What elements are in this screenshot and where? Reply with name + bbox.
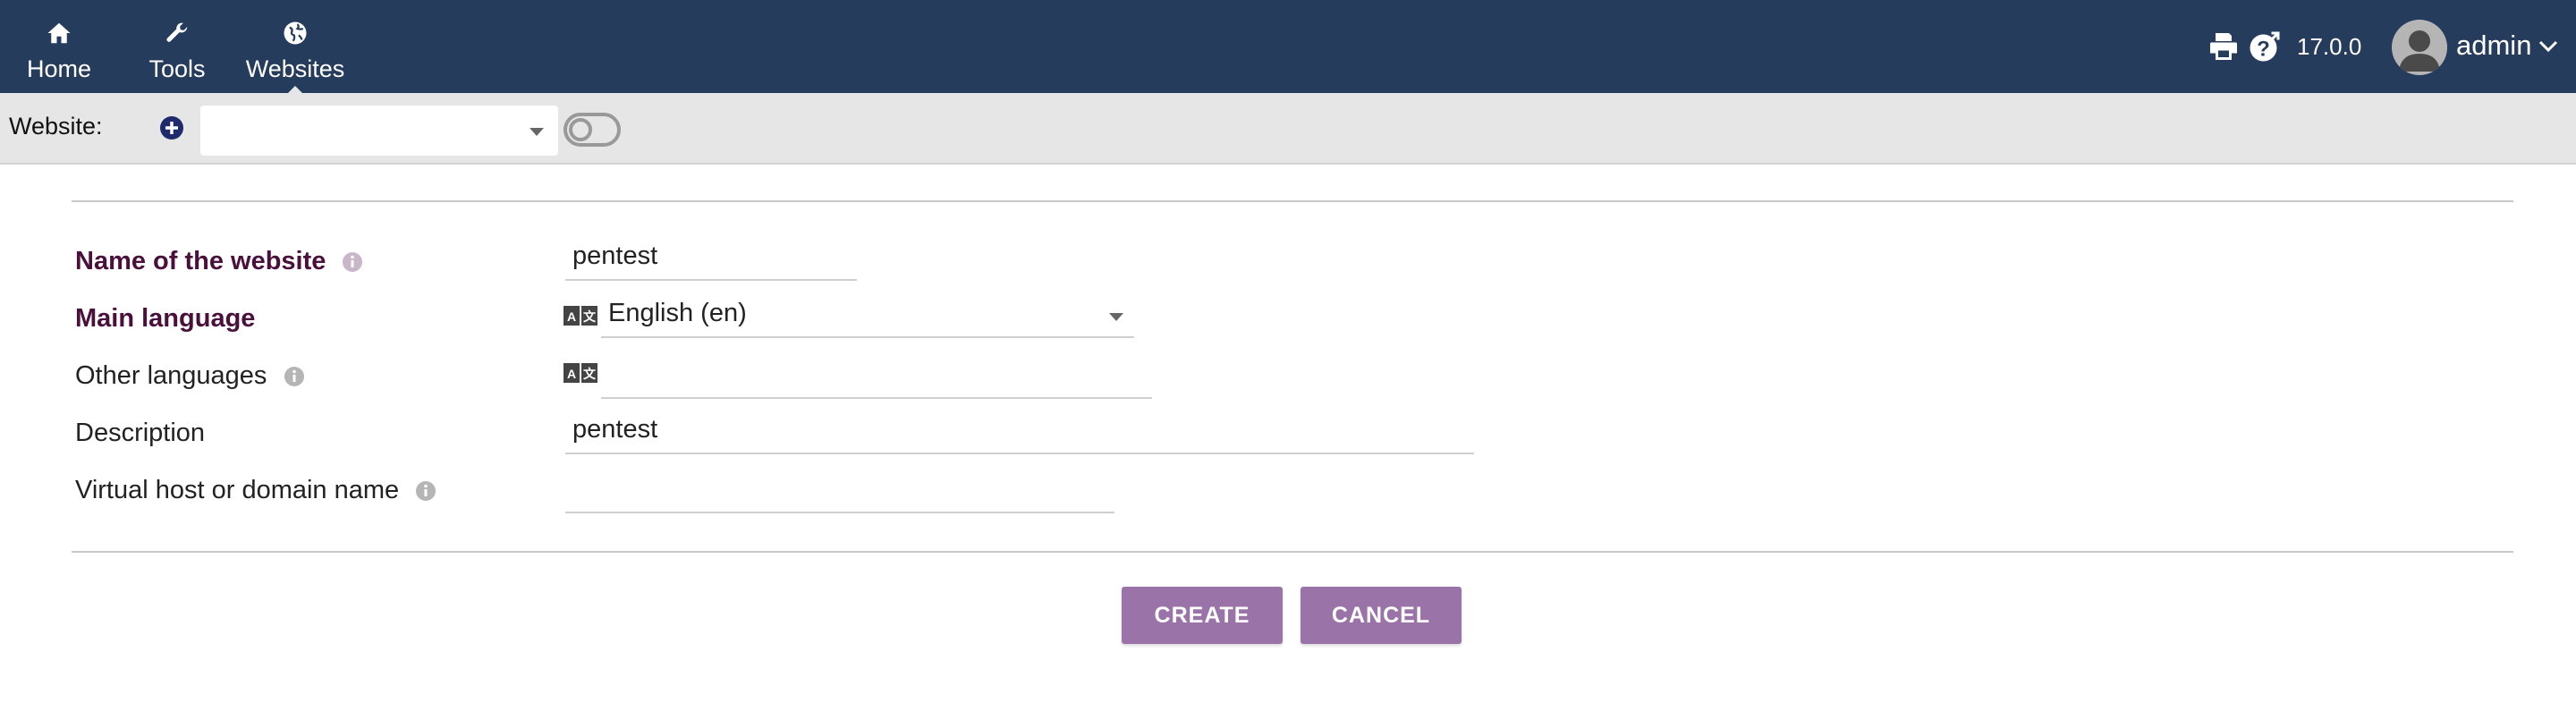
virtual-host-label: Virtual host or domain name — [75, 476, 400, 504]
main-language-select[interactable]: English (en) — [601, 299, 1134, 338]
user-silhouette-icon — [2392, 20, 2447, 75]
chevron-down-icon[interactable] — [2538, 39, 2558, 54]
svg-text:A: A — [567, 367, 576, 381]
toggle-switch[interactable] — [564, 112, 621, 148]
virtual-host-input[interactable] — [565, 474, 1114, 513]
info-icon[interactable] — [284, 366, 305, 387]
svg-text:文: 文 — [583, 309, 597, 324]
nav-websites-label: Websites — [245, 55, 345, 82]
svg-text:A: A — [567, 309, 576, 324]
divider-top — [72, 200, 2513, 202]
top-navigation-bar: Home Tools Websites ? 17.0.0 admin — [0, 0, 2576, 94]
nav-home[interactable]: Home — [27, 0, 91, 93]
create-button[interactable]: CREATE — [1122, 587, 1283, 644]
name-input-value: pentest — [572, 241, 658, 270]
main-language-label: Main language — [75, 304, 256, 333]
svg-text:?: ? — [2257, 38, 2270, 62]
description-label: Description — [75, 419, 206, 447]
add-website-icon[interactable] — [159, 115, 184, 140]
cancel-button[interactable]: CANCEL — [1301, 587, 1462, 644]
main-language-value: English (en) — [608, 299, 747, 327]
home-icon — [47, 22, 71, 44]
version-label: 17.0.0 — [2297, 33, 2362, 60]
language-icon: A文 — [564, 363, 597, 383]
other-languages-label-row: Other languages — [75, 361, 305, 391]
print-icon[interactable] — [2207, 30, 2240, 63]
nav-websites[interactable]: Websites — [242, 0, 349, 94]
nav-home-label: Home — [26, 55, 92, 82]
name-label: Name of the website — [75, 247, 326, 275]
description-input[interactable]: pentest — [565, 415, 1474, 454]
name-label-row: Name of the website — [75, 247, 363, 276]
description-value: pentest — [572, 415, 658, 444]
website-toolbar: Website: — [0, 93, 2576, 165]
nav-tools[interactable]: Tools — [145, 0, 209, 93]
language-icon: A文 — [564, 306, 597, 326]
divider-bottom — [72, 551, 2513, 553]
wrench-icon — [166, 22, 188, 42]
other-languages-label: Other languages — [75, 361, 267, 390]
user-name[interactable]: admin — [2456, 30, 2531, 62]
virtual-host-label-row: Virtual host or domain name — [75, 476, 436, 505]
website-select[interactable] — [200, 106, 558, 156]
nav-tools-label: Tools — [148, 55, 206, 82]
name-input[interactable]: pentest — [565, 241, 857, 281]
dropdown-arrow-icon — [530, 128, 544, 136]
avatar[interactable] — [2392, 20, 2447, 75]
help-icon[interactable]: ? — [2249, 30, 2281, 63]
info-icon[interactable] — [415, 480, 436, 502]
svg-text:文: 文 — [583, 367, 597, 381]
info-icon[interactable] — [342, 251, 363, 273]
website-label: Website: — [9, 113, 103, 140]
globe-icon — [284, 21, 307, 45]
other-languages-input[interactable] — [601, 360, 1152, 399]
dropdown-arrow-icon — [1109, 313, 1123, 321]
